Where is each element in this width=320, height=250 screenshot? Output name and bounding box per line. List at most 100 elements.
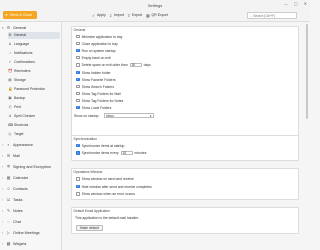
- empty-trash-option[interactable]: Empty trash on exit: [76, 55, 111, 60]
- sidebar-group-label: Tasks: [13, 197, 23, 202]
- sidebar-group-tasks[interactable]: › ☑ Tasks: [2, 196, 60, 203]
- show-local-folders-option[interactable]: ✓ Show Local Folders: [76, 105, 111, 110]
- import-button[interactable]: ⇩ Import: [109, 13, 124, 18]
- sidebar-group-general[interactable]: ▾ ⚙ General: [2, 24, 60, 31]
- delete-spam-option[interactable]: Delete spam on exit older than 30 days: [76, 62, 151, 68]
- checkbox[interactable]: [76, 55, 80, 60]
- show-favorite-folders-option[interactable]: ✓ Show Favorite Folders: [76, 77, 116, 82]
- widgets-icon: ▩: [6, 241, 11, 246]
- checkbox-checked[interactable]: ✓: [76, 78, 80, 82]
- send-close-label: Send & Close: [10, 13, 32, 17]
- show-hidden-folder-option[interactable]: ✓ Show hidden folder: [76, 70, 111, 75]
- sidebar-item-target[interactable]: ◎ Target: [8, 131, 60, 138]
- sidebar-item-print[interactable]: ⎙ Print: [8, 104, 60, 111]
- close-button[interactable]: ✕: [304, 2, 307, 6]
- sync-every-option[interactable]: ✓ Synchronize items every 15 minutes: [76, 150, 146, 156]
- section-heading: Synchronization: [73, 136, 97, 141]
- send-close-button[interactable]: ➤ Send & Close: [3, 11, 37, 19]
- target-icon: ◎: [8, 132, 12, 137]
- minimize-button[interactable]: —: [284, 2, 288, 6]
- days-label: days: [143, 63, 151, 67]
- checkbox[interactable]: [76, 177, 80, 181]
- export-icon: ⇧: [127, 12, 131, 18]
- sidebar-item-spell-checker[interactable]: ǎ Spell Checker: [8, 113, 60, 120]
- apply-button[interactable]: ✓ Apply: [92, 13, 106, 18]
- sidebar-group-contacts[interactable]: › ☺ Contacts: [2, 185, 60, 192]
- run-on-startup-option[interactable]: ✓ Run on system startup: [76, 48, 116, 53]
- show-tag-folders-notes-option[interactable]: Show Tag Folders for Notes: [76, 98, 123, 103]
- keyboard-icon: ⌨: [8, 123, 14, 128]
- chevron-down-icon: ▾: [149, 113, 152, 118]
- delete-spam-days-input[interactable]: 30: [129, 62, 142, 68]
- show-on-send-receive-option[interactable]: Show window on send and receive: [76, 177, 134, 182]
- sync-at-startup-option[interactable]: ✓ Synchronize items at startup: [76, 143, 124, 148]
- checkbox-checked[interactable]: ✓: [76, 185, 80, 189]
- sidebar-group-mail[interactable]: › ✉ Mail: [2, 152, 60, 159]
- sync-interval-input[interactable]: 15: [120, 150, 133, 156]
- export-button[interactable]: ⇧ Export: [127, 13, 142, 18]
- checkbox[interactable]: [76, 91, 80, 96]
- checkbox-checked[interactable]: ✓: [76, 151, 80, 155]
- show-on-startup-select[interactable]: Inbox ▾: [103, 113, 154, 118]
- chevron-right-icon: ›: [2, 230, 4, 235]
- default-mail-status: This application is the default mail han…: [75, 215, 139, 220]
- apply-label: Apply: [97, 13, 106, 17]
- scrollbar[interactable]: [306, 24, 308, 119]
- gear-icon: ⚙: [6, 25, 11, 30]
- option-label: Hide window after send and receive compl…: [81, 184, 152, 189]
- close-to-tray-option[interactable]: Close application to tray: [76, 41, 118, 46]
- sidebar-group-notes[interactable]: › ✎ Notes: [2, 207, 60, 214]
- sidebar-item-backup[interactable]: ▣ Backup: [8, 95, 60, 102]
- checkbox[interactable]: [76, 192, 80, 196]
- sidebar-group-appearance[interactable]: › ◐ Appearance: [2, 141, 60, 148]
- hide-after-complete-option[interactable]: ✓ Hide window after send and receive com…: [76, 184, 152, 189]
- window-title: Settings: [147, 2, 163, 8]
- checkbox-checked[interactable]: ✓: [76, 49, 80, 53]
- search-input[interactable]: [253, 13, 294, 18]
- export-label: Export: [132, 13, 143, 17]
- checkbox[interactable]: [76, 98, 80, 103]
- notes-icon: ✎: [6, 208, 11, 213]
- option-label: Show Tag Folders for Mail: [81, 91, 121, 96]
- maximize-button[interactable]: ▢: [294, 2, 298, 6]
- sidebar-group-chat[interactable]: › ◌ Chat: [2, 218, 60, 225]
- checkbox-checked[interactable]: ✓: [76, 106, 80, 110]
- option-label: Synchronize items every: [81, 151, 119, 155]
- default-email-panel: Default Email Application This applicati…: [71, 207, 299, 234]
- sidebar-item-notifications[interactable]: ♪ Notifications: [8, 50, 60, 57]
- bell-icon: ♪: [9, 51, 11, 56]
- sidebar-item-label: Shortcuts: [14, 123, 29, 128]
- show-tag-folders-mail-option[interactable]: Show Tag Folders for Mail: [76, 91, 121, 96]
- sidebar-item-shortcuts[interactable]: ⌨ Shortcuts: [8, 122, 60, 129]
- language-icon: A: [8, 42, 12, 47]
- sidebar-group-online-meetings[interactable]: › ▷ Online Meetings: [2, 229, 60, 236]
- checkbox[interactable]: [76, 84, 80, 89]
- qr-export-button[interactable]: ▦ QR Export: [146, 13, 168, 18]
- make-default-button[interactable]: Make default: [76, 225, 103, 231]
- show-on-error-option[interactable]: Show window when an error occurs: [76, 192, 135, 197]
- backup-icon: ▣: [8, 96, 12, 101]
- checkbox[interactable]: [76, 34, 80, 39]
- sidebar-item-general[interactable]: ⚙ General: [8, 32, 60, 39]
- sidebar-item-language[interactable]: A Language: [8, 41, 60, 48]
- checkbox[interactable]: [76, 63, 80, 67]
- option-label: Synchronize items at startup: [81, 143, 125, 148]
- search-box[interactable]: ⌕: [247, 12, 297, 19]
- sidebar-item-storage[interactable]: ▤ Storage: [8, 77, 60, 84]
- minimize-to-tray-option[interactable]: Minimize application to tray: [76, 34, 123, 39]
- status-text: This application is the default mail han…: [75, 215, 139, 220]
- show-search-folders-option[interactable]: Show Search Folders: [76, 84, 114, 89]
- sidebar-item-password-protection[interactable]: 🔒 Password Protection: [8, 86, 60, 93]
- checkbox[interactable]: [76, 41, 80, 46]
- settings-content: General Minimize application to tray Clo…: [62, 22, 310, 250]
- sidebar-item-confirmations[interactable]: ✓ Confirmations: [8, 59, 60, 66]
- checkbox-checked[interactable]: ✓: [76, 71, 80, 75]
- qr-code-icon: ▦: [146, 12, 150, 18]
- checkbox-checked[interactable]: ✓: [76, 144, 80, 148]
- sidebar-item-label: General: [14, 33, 27, 38]
- sidebar-group-calendar[interactable]: › ▦ Calendar: [2, 174, 60, 181]
- sidebar-group-widgets[interactable]: › ▩ Widgets: [2, 240, 60, 247]
- tasks-icon: ☑: [6, 197, 11, 202]
- sidebar-group-signing-encryption[interactable]: › ⛨ Signing and Encryption: [2, 163, 60, 170]
- sidebar-item-reminders[interactable]: ⏰ Reminders: [8, 68, 60, 75]
